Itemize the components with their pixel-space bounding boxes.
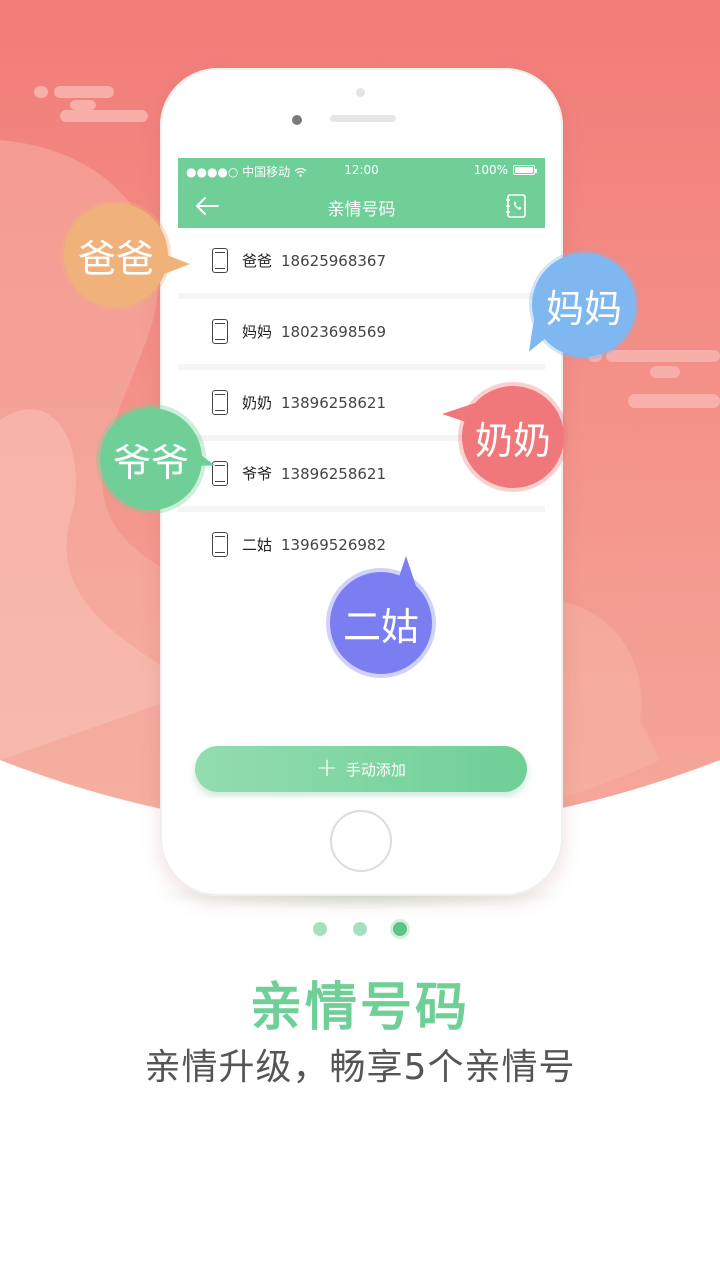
plus-icon: + <box>316 752 338 783</box>
mobile-phone-icon <box>212 390 228 415</box>
contact-name: 妈妈 <box>242 323 273 341</box>
bubble-circle: 妈妈 <box>532 253 636 357</box>
bubble-mom-label: 妈妈 <box>545 286 622 331</box>
home-button[interactable] <box>330 810 392 872</box>
page-dot[interactable] <box>353 922 367 936</box>
manual-add-label: 手动添加 <box>345 760 406 779</box>
page-dot[interactable] <box>313 922 327 936</box>
mobile-phone-icon <box>212 319 228 344</box>
bubble-grandma-label: 奶奶 <box>474 418 551 463</box>
manual-add-button[interactable]: + 手动添加 <box>195 746 527 792</box>
contact-row[interactable]: 妈妈 18023698569 <box>178 299 545 364</box>
contact-number: 13896258621 <box>281 393 386 412</box>
contact-number: 18023698569 <box>281 322 386 341</box>
page-dot[interactable] <box>393 922 407 936</box>
contact-number: 13969526982 <box>281 535 386 554</box>
contact-row[interactable]: 二姑 13969526982 <box>178 512 545 577</box>
status-right: 100% <box>473 163 537 177</box>
address-book-icon[interactable] <box>505 193 527 219</box>
sensor-dot <box>356 88 365 97</box>
contact-number: 13896258621 <box>281 464 386 483</box>
contact-name: 奶奶 <box>242 394 273 412</box>
nav-bar: 亲情号码 <box>178 184 545 228</box>
bubble-circle: 二姑 <box>330 572 432 674</box>
mobile-phone-icon <box>212 248 228 273</box>
contact-name: 爷爷 <box>242 465 273 483</box>
battery-icon <box>513 165 537 175</box>
onboarding-page: ●●●●○ 中国移动 12:00 100% 亲情号码 爸爸 1862596836… <box>0 0 720 1280</box>
bubble-circle: 爷爷 <box>100 408 202 510</box>
status-bar: ●●●●○ 中国移动 12:00 100% <box>178 158 545 184</box>
bubble-circle: 奶奶 <box>462 386 564 488</box>
contact-name: 爸爸 <box>242 252 273 270</box>
bubble-grandpa-label: 爷爷 <box>112 440 189 485</box>
contact-name: 二姑 <box>242 536 273 554</box>
contact-number: 18625968367 <box>281 251 386 270</box>
contact-row[interactable]: 爸爸 18625968367 <box>178 228 545 293</box>
feature-subline: 亲情升级，畅享5个亲情号 <box>144 1047 576 1088</box>
front-camera <box>292 115 302 125</box>
mobile-phone-icon <box>212 532 228 557</box>
earpiece-speaker <box>330 115 396 122</box>
bubble-aunt-label: 二姑 <box>342 604 419 649</box>
bubble-dad-label: 爸爸 <box>77 236 154 281</box>
page-indicator <box>0 922 720 936</box>
page-title: 亲情号码 <box>327 200 396 220</box>
feature-headline: 亲情号码 <box>249 978 470 1038</box>
bubble-circle: 爸爸 <box>64 203 168 307</box>
battery-percent: 100% <box>473 163 508 177</box>
